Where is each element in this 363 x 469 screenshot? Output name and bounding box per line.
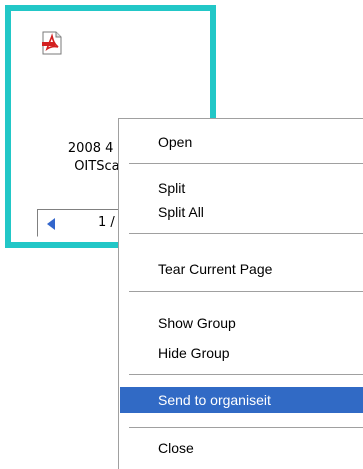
menu-item-close[interactable]: Close [120,435,363,461]
menu-item-show-group[interactable]: Show Group [120,310,363,336]
pdf-file-icon [42,31,62,55]
menu-separator [129,233,363,234]
menu-separator [129,427,363,428]
menu-item-open[interactable]: Open [120,129,363,155]
screen: 2008 4 17 OITScan 1 / Open Split Split A… [0,0,363,469]
menu-separator [129,374,363,375]
context-menu: Open Split Split All Tear Current Page S… [118,118,363,469]
menu-separator [129,163,363,164]
menu-item-hide-group[interactable]: Hide Group [120,340,363,366]
menu-item-split-all[interactable]: Split All [120,199,363,225]
menu-item-send-to-organiseit[interactable]: Send to organiseit [120,387,363,413]
menu-item-split[interactable]: Split [120,175,363,201]
page-indicator: 1 / [98,215,115,230]
menu-item-tear-current-page[interactable]: Tear Current Page [120,256,363,282]
previous-page-arrow-icon[interactable] [47,218,55,230]
menu-separator [129,291,363,292]
